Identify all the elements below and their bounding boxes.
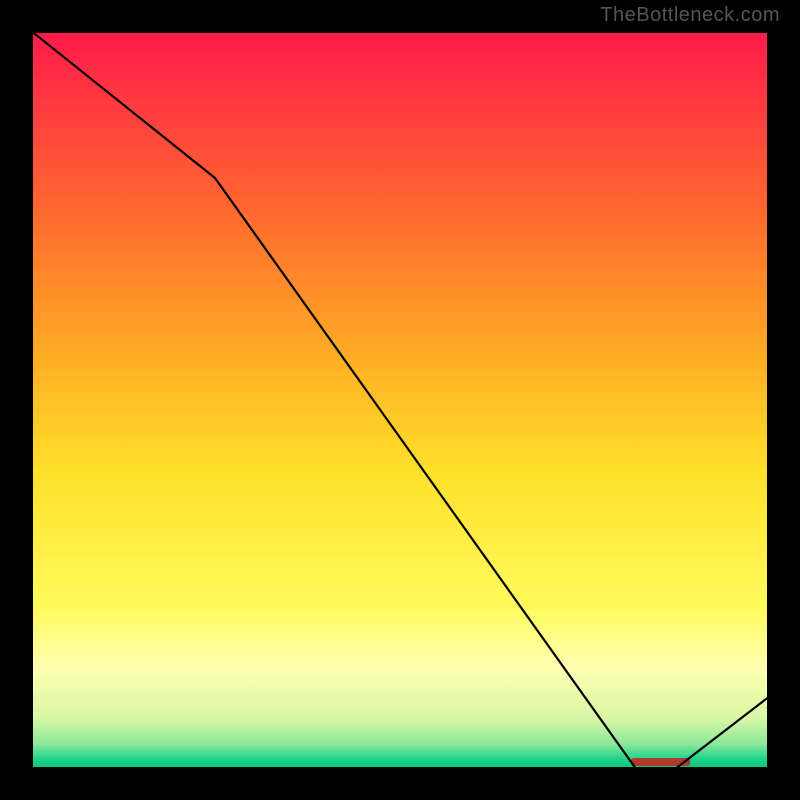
- chart-plot-area: [30, 30, 770, 770]
- chart-svg: [30, 30, 770, 770]
- gradient-background: [30, 30, 770, 770]
- watermark-text: TheBottleneck.com: [600, 4, 780, 27]
